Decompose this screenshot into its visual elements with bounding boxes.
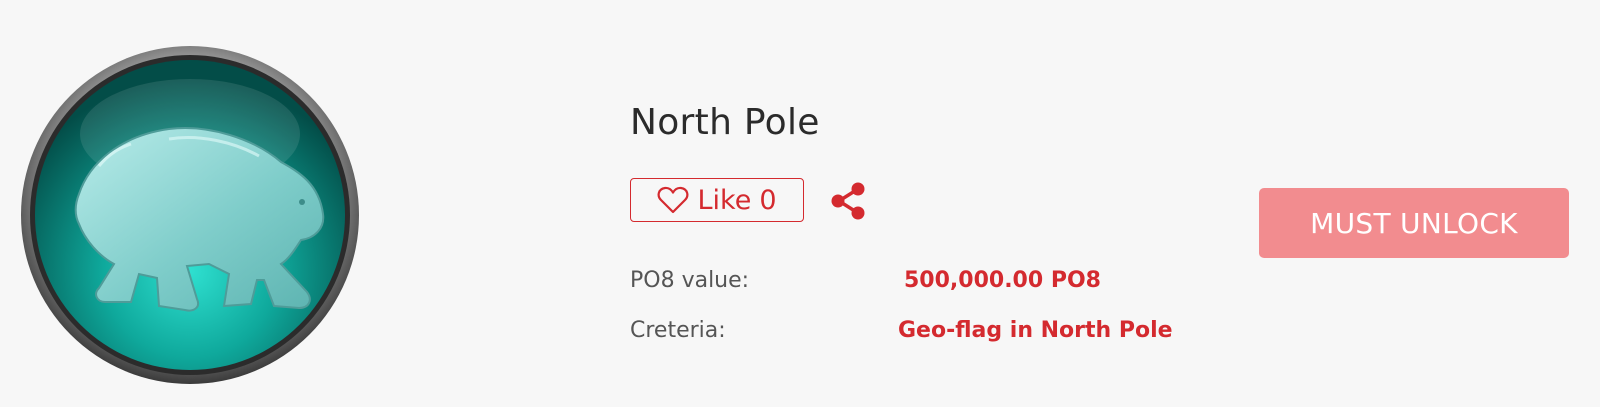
po8-value-row: PO8 value: 500,000.00 PO8 (630, 264, 1190, 298)
criteria-row: Creteria: Geo-flag in North Pole (630, 314, 1190, 348)
like-count: 0 (759, 184, 777, 216)
must-unlock-button[interactable]: MUST UNLOCK (1259, 188, 1569, 258)
po8-value: 500,000.00 PO8 (904, 268, 1101, 293)
like-label: Like (697, 184, 752, 216)
criteria-value: Geo-flag in North Pole (898, 318, 1173, 343)
criteria-label: Creteria: (630, 318, 726, 343)
polar-bear-badge-icon (19, 44, 361, 386)
heart-icon (658, 186, 689, 214)
achievement-detail: North Pole Like 0 PO8 value: 500,000.00 … (0, 0, 1600, 407)
po8-value-label: PO8 value: (630, 268, 750, 293)
share-icon[interactable] (830, 182, 866, 220)
like-button[interactable]: Like 0 (630, 178, 804, 222)
achievement-info: North Pole Like 0 PO8 value: 500,000.00 … (630, 0, 1190, 407)
achievement-title: North Pole (630, 102, 820, 143)
